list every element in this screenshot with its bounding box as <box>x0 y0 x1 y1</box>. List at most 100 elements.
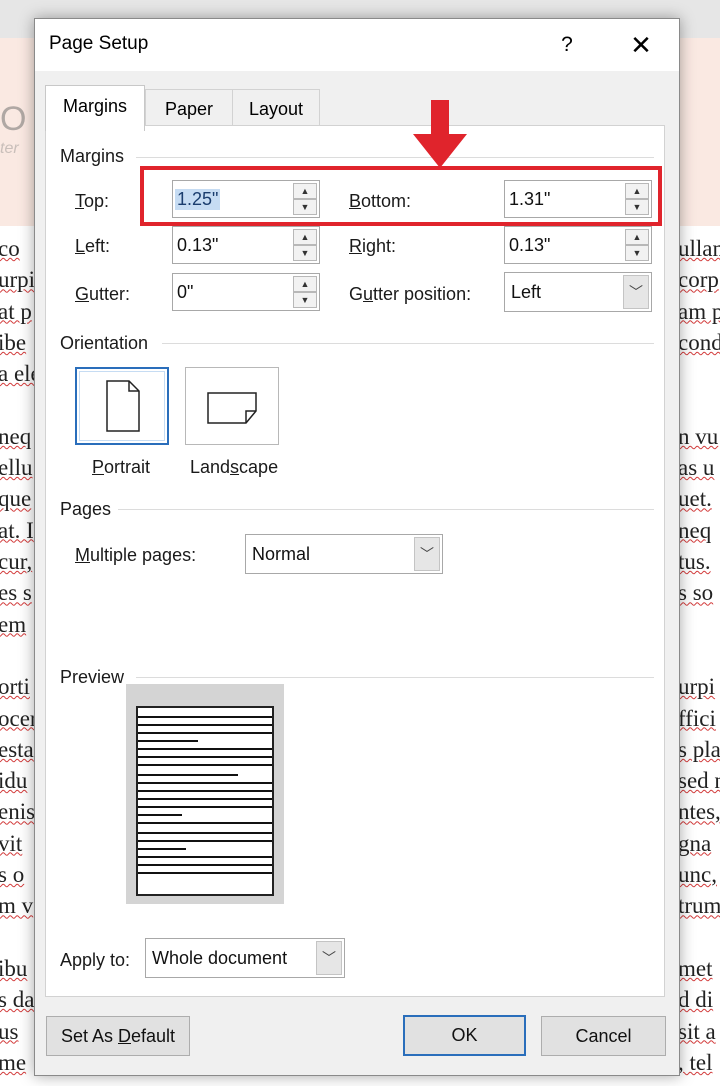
preview-text-line <box>138 832 272 834</box>
document-text-fragment-left: co <box>0 236 20 261</box>
right-margin-value[interactable]: 0.13" <box>509 235 550 256</box>
document-text-fragment-right: gna <box>678 830 712 856</box>
preview-text-line <box>138 856 272 858</box>
apply-to-dropdown[interactable]: Whole document ﹀ <box>145 938 345 978</box>
document-text-fragment-left: orti <box>0 674 30 700</box>
document-text-fragment-right: ffici <box>678 705 716 731</box>
preview-text-line <box>138 822 272 824</box>
multiple-pages-value: Normal <box>252 544 311 564</box>
document-text-fragment-right: d di <box>678 987 714 1013</box>
document-text-fragment-left: m v <box>0 893 34 919</box>
landscape-label: Landscape <box>190 457 279 477</box>
margins-group-label: Margins <box>60 146 125 166</box>
right-margin-label: Right: <box>349 236 397 256</box>
left-margin-label: Left: <box>75 236 111 256</box>
document-logo-subtext: ter <box>0 140 19 157</box>
preview-text-line <box>138 790 272 792</box>
preview-text-line <box>138 740 198 742</box>
preview-text-line <box>138 782 272 784</box>
document-text-fragment-left: s o <box>0 862 25 887</box>
landscape-option[interactable] <box>185 367 279 445</box>
document-text-fragment-right: urpi <box>678 674 716 700</box>
help-button[interactable]: ? <box>547 27 587 63</box>
annotation-down-arrow-icon <box>413 100 467 168</box>
document-text-fragment-right: n vu <box>678 423 719 449</box>
ok-button[interactable]: OK <box>403 1015 526 1056</box>
preview-text-line <box>138 814 182 816</box>
document-text-fragment-left: at p <box>0 298 32 324</box>
preview-text-line <box>138 764 272 766</box>
preview-text-line <box>138 798 272 800</box>
preview-text-line <box>138 864 272 866</box>
pages-group-label: Pages <box>60 499 112 519</box>
left-margin-value[interactable]: 0.13" <box>177 235 218 256</box>
dialog-title-bar: Page Setup ? ✕ <box>35 19 679 71</box>
document-text-fragment-right: cond <box>678 329 720 355</box>
document-text-fragment-right: uet. <box>678 486 712 512</box>
left-margin-spinner[interactable]: 0.13" ▲ ▼ <box>172 226 320 264</box>
preview-text-line <box>138 872 272 874</box>
document-text-fragment-left: at. I <box>0 517 34 543</box>
preview-text-line <box>138 724 272 726</box>
preview-text-line <box>138 774 238 776</box>
spin-down-icon[interactable]: ▼ <box>293 245 317 261</box>
cancel-button[interactable]: Cancel <box>541 1016 666 1056</box>
tab-paper[interactable]: Paper <box>145 89 233 129</box>
chevron-down-icon[interactable]: ﹀ <box>316 941 342 975</box>
document-text-fragment-right: tus. <box>678 549 711 574</box>
document-text-fragment-left: idu <box>0 768 28 794</box>
multiple-pages-dropdown[interactable]: Normal ﹀ <box>245 534 443 574</box>
tab-margins[interactable]: Margins <box>45 85 145 131</box>
chevron-down-icon[interactable]: ﹀ <box>414 537 440 571</box>
document-text-fragment-right: as u <box>678 455 715 481</box>
spin-up-icon[interactable]: ▲ <box>625 229 649 245</box>
preview-text-line <box>138 716 272 718</box>
document-text-fragment-right: unc, <box>678 862 717 887</box>
document-text-fragment-left: me <box>0 1049 27 1075</box>
gutter-spinner[interactable]: 0" ▲ ▼ <box>172 273 320 311</box>
preview-text-line <box>138 732 272 734</box>
preview-group-label: Preview <box>60 667 125 687</box>
right-margin-spinner[interactable]: 0.13" ▲ ▼ <box>504 226 652 264</box>
annotation-highlight-box <box>140 166 662 226</box>
document-logo-fragment: O <box>0 100 27 138</box>
orientation-group-label: Orientation <box>60 333 149 353</box>
gutter-position-dropdown[interactable]: Left ﹀ <box>504 272 652 312</box>
preview-text-line <box>138 848 186 850</box>
document-text-fragment-left: neq <box>0 423 32 449</box>
document-text-fragment-left: ocer <box>0 705 38 731</box>
set-as-default-button[interactable]: Set As Default <box>46 1016 190 1056</box>
preview-text-line <box>138 806 272 808</box>
document-text-fragment-left: es s <box>0 580 32 606</box>
spin-up-icon[interactable]: ▲ <box>293 276 317 292</box>
document-text-fragment-right: trum <box>678 893 720 919</box>
pages-group-rule <box>118 509 654 510</box>
spin-down-icon[interactable]: ▼ <box>293 292 317 308</box>
document-text-fragment-left: ibe <box>0 329 27 355</box>
dialog-title: Page Setup <box>49 33 149 54</box>
document-text-fragment-right: s pla <box>678 736 720 762</box>
close-button[interactable]: ✕ <box>621 27 661 63</box>
top-margin-label: Top: <box>75 191 110 211</box>
document-text-fragment-left: urpi <box>0 267 36 293</box>
gutter-label: Gutter: <box>75 284 131 304</box>
preview-text-line <box>138 756 272 758</box>
document-text-fragment-left: esta <box>0 736 34 762</box>
gutter-position-value: Left <box>511 282 542 302</box>
document-text-fragment-left: em <box>0 611 27 637</box>
spin-up-icon[interactable]: ▲ <box>293 229 317 245</box>
orientation-group-rule <box>162 343 654 344</box>
document-text-fragment-left: que <box>0 486 32 512</box>
portrait-option[interactable] <box>75 367 169 445</box>
tab-layout[interactable]: Layout <box>232 89 320 129</box>
chevron-down-icon[interactable]: ﹀ <box>623 275 649 309</box>
document-text-fragment-right: neq <box>678 517 712 543</box>
document-text-fragment-right: corp <box>678 267 719 293</box>
portrait-page-icon <box>106 380 140 432</box>
preview-text-line <box>138 748 272 750</box>
spin-down-icon[interactable]: ▼ <box>625 245 649 261</box>
document-text-fragment-left: s da <box>0 987 35 1013</box>
preview-page-thumbnail <box>136 706 274 896</box>
gutter-value[interactable]: 0" <box>177 282 193 303</box>
document-text-fragment-left: ellu <box>0 455 33 481</box>
